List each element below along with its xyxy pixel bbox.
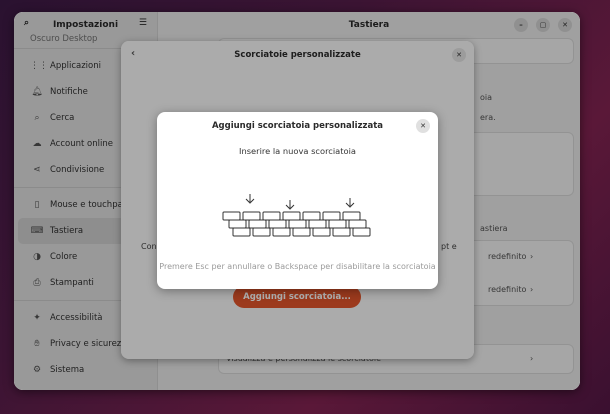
keyboard-illustration-icon [222, 194, 371, 237]
add-shortcut-message: Inserire la nuova scorciatoia [239, 146, 356, 156]
close-icon[interactable]: ✕ [416, 119, 430, 133]
add-shortcut-title: Aggiungi scorciatoia personalizzata [211, 121, 384, 131]
add-shortcut-hint: Premere Esc per annullare o Backspace pe… [159, 262, 436, 271]
add-shortcut-dialog: Aggiungi scorciatoia personalizzata ✕ In… [157, 112, 438, 289]
